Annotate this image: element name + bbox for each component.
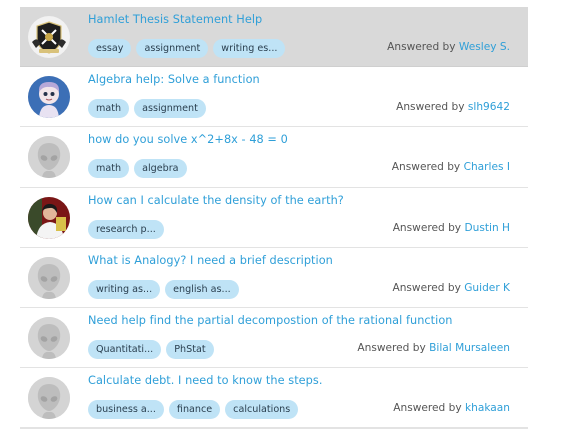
tag[interactable]: finance xyxy=(168,400,221,420)
answerer-link[interactable]: Dustin H xyxy=(464,222,510,234)
answered-by-label: Answered by xyxy=(357,341,426,354)
answerer-link[interactable]: Bilal Mursaleen xyxy=(429,342,510,354)
tag[interactable]: writing es... xyxy=(213,39,286,58)
tag[interactable]: PhStat xyxy=(166,339,214,359)
question-row[interactable]: What is Analogy? I need a brief descript… xyxy=(20,248,528,308)
tag-list: essay assignment writing es... xyxy=(88,39,286,58)
crest-avatar[interactable] xyxy=(28,16,70,58)
tag-list: research p... xyxy=(88,219,164,239)
tag[interactable]: Quantitati... xyxy=(88,339,162,359)
answered-by: Answered by khakaan xyxy=(393,402,510,414)
answerer-link[interactable]: Wesley S. xyxy=(459,41,510,53)
default-alien-avatar[interactable] xyxy=(28,256,70,299)
answered-by-label: Answered by xyxy=(393,402,462,415)
tag[interactable]: research p... xyxy=(88,219,164,239)
default-alien-avatar[interactable] xyxy=(28,377,70,420)
answered-by-label: Answered by xyxy=(392,281,461,294)
question-row[interactable]: Need help find the partial decompostion … xyxy=(20,308,528,369)
answerer-link[interactable]: Charles I xyxy=(464,161,510,173)
tag[interactable]: math xyxy=(88,159,130,179)
question-row[interactable]: How can I calculate the density of the e… xyxy=(20,188,528,248)
answered-by-label: Answered by xyxy=(387,41,456,53)
tag[interactable]: business a... xyxy=(88,400,164,420)
question-list: Hamlet Thesis Statement Help essay assig… xyxy=(20,7,528,429)
tag-list: math assignment xyxy=(88,99,206,119)
tag-list: writing as... english as... xyxy=(88,279,239,299)
tag-list: Quantitati... PhStat xyxy=(88,339,214,359)
tag[interactable]: writing as... xyxy=(88,279,161,299)
answerer-link[interactable]: Guider K xyxy=(464,282,510,294)
answerer-link[interactable]: slh9642 xyxy=(468,101,510,113)
question-title-link[interactable]: How can I calculate the density of the e… xyxy=(88,194,344,207)
answered-by: Answered by Charles I xyxy=(392,161,510,173)
tag[interactable]: math xyxy=(88,99,130,119)
answered-by: Answered by slh9642 xyxy=(396,101,510,113)
question-title-link[interactable]: Need help find the partial decompostion … xyxy=(88,314,453,327)
tag-list: math algebra xyxy=(88,159,187,179)
question-row[interactable]: how do you solve x^2+8x - 48 = 0 math al… xyxy=(20,127,528,188)
default-alien-avatar[interactable] xyxy=(28,136,70,179)
question-row[interactable]: Hamlet Thesis Statement Help essay assig… xyxy=(20,7,528,68)
tag[interactable]: calculations xyxy=(225,400,299,420)
answered-by-label: Answered by xyxy=(396,101,465,114)
question-title-link[interactable]: What is Analogy? I need a brief descript… xyxy=(88,254,333,267)
answered-by: Answered by Guider K xyxy=(392,282,510,294)
tag-list: business a... finance calculations xyxy=(88,400,299,420)
character-avatar[interactable] xyxy=(28,76,70,119)
question-row[interactable]: Calculate debt. I need to know the steps… xyxy=(20,368,528,429)
tag[interactable]: assignment xyxy=(136,39,209,58)
question-title-link[interactable]: Algebra help: Solve a function xyxy=(88,73,260,86)
question-title-link[interactable]: how do you solve x^2+8x - 48 = 0 xyxy=(88,133,288,146)
answered-by: Answered by Wesley S. xyxy=(387,41,510,53)
list-divider xyxy=(20,428,528,429)
question-title-link[interactable]: Calculate debt. I need to know the steps… xyxy=(88,374,322,387)
default-alien-avatar[interactable] xyxy=(28,316,70,359)
answered-by: Answered by Dustin H xyxy=(393,222,510,234)
answered-by-label: Answered by xyxy=(392,221,462,234)
tag[interactable]: assignment xyxy=(134,99,206,119)
answerer-link[interactable]: khakaan xyxy=(465,402,510,414)
answered-by: Answered by Bilal Mursaleen xyxy=(357,342,510,354)
question-title-link[interactable]: Hamlet Thesis Statement Help xyxy=(88,13,262,26)
tag[interactable]: essay xyxy=(88,39,132,58)
answered-by-label: Answered by xyxy=(391,161,461,174)
question-row[interactable]: Algebra help: Solve a function math assi… xyxy=(20,67,528,128)
tag[interactable]: algebra xyxy=(134,159,187,179)
photo-avatar[interactable] xyxy=(28,196,70,239)
tag[interactable]: english as... xyxy=(165,279,239,299)
